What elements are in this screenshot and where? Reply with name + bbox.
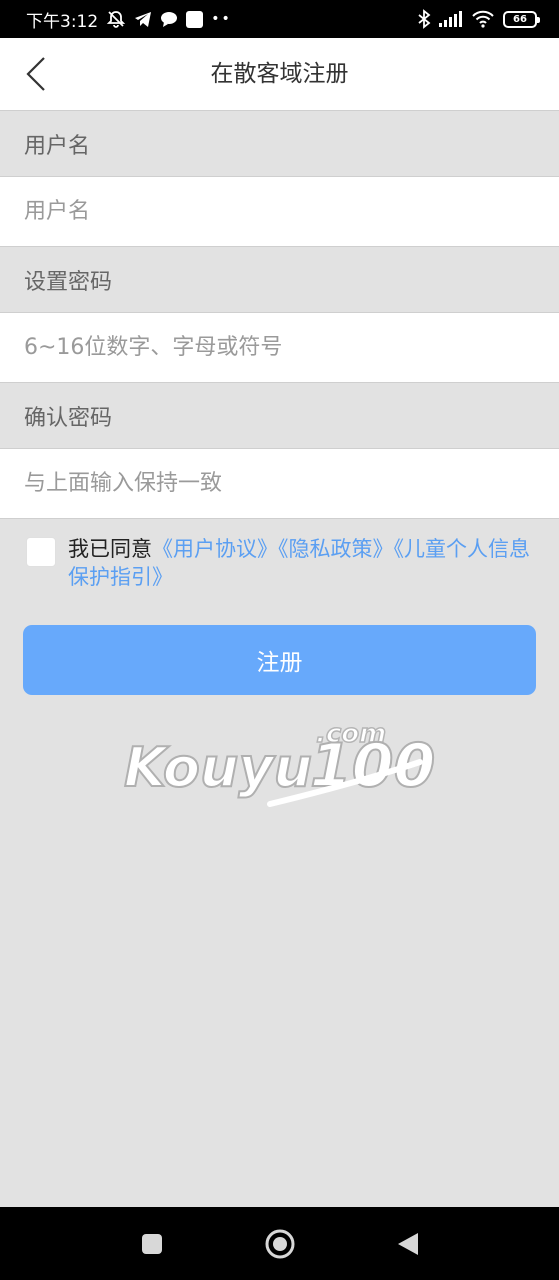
username-row [0,176,559,247]
register-page: 下午3:12 •• 66 在散客域注册 用户名 用户名 设置密码 确认密码 我已… [0,0,559,1280]
mute-bell-icon [106,9,126,29]
home-button[interactable] [262,1226,298,1262]
recents-button[interactable] [134,1226,170,1262]
confirm-password-row [0,448,559,519]
telegram-icon [134,9,152,29]
agreement-prefix: 我已同意 [68,537,152,561]
username-label: 用户名 [0,111,559,176]
confirm-password-input[interactable] [0,449,559,518]
back-button[interactable] [14,50,58,98]
system-nav-bar [0,1207,559,1280]
status-left: 下午3:12 •• [26,7,232,32]
privacy-policy-link[interactable]: 《隐私政策》 [278,537,394,561]
password-input[interactable] [0,313,559,382]
register-button[interactable]: 注册 [23,625,536,695]
chevron-left-icon [26,57,45,91]
bluetooth-icon [417,9,431,29]
kouyu100-logo: .com Kouyu 100 [123,718,436,807]
status-right: 66 [417,9,540,29]
username-input[interactable] [0,177,559,246]
agreement-text: 我已同意《用户协议》《隐私政策》《儿童个人信息保护指引》 [68,535,548,591]
triangle-back-icon [397,1232,418,1255]
password-row [0,312,559,383]
user-agreement-link[interactable]: 《用户协议》 [152,537,278,561]
page-title: 在散客域注册 [210,61,349,87]
home-circle-icon [265,1229,294,1258]
confirm-password-label: 确认密码 [0,383,559,448]
wifi-icon [471,9,495,29]
nav-bar: 在散客域注册 [0,38,559,111]
logo-brand: Kouyu [124,736,312,799]
status-time: 下午3:12 [26,11,99,32]
square-icon [141,1233,162,1254]
app-square-icon [186,9,204,29]
back-nav-button[interactable] [390,1226,426,1262]
status-bar: 下午3:12 •• 66 [0,0,559,38]
more-dots-icon: •• [211,11,232,27]
battery-icon: 66 [503,10,540,28]
agreement-checkbox[interactable] [26,537,56,567]
chat-bubble-icon [160,9,178,29]
agreement: 我已同意《用户协议》《隐私政策》《儿童个人信息保护指引》 [26,535,559,591]
battery-level: 66 [513,13,527,25]
signal-icon [439,9,463,29]
password-label: 设置密码 [0,247,559,312]
